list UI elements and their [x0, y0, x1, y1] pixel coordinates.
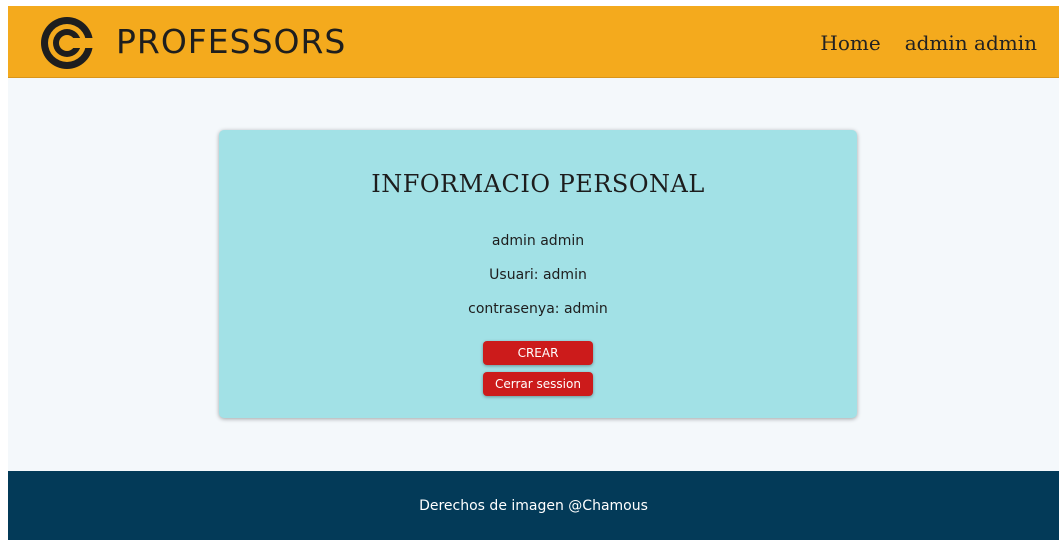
footer-copyright-text: Derechos de imagen @Chamous: [419, 498, 648, 514]
create-button[interactable]: CREAR: [483, 341, 593, 365]
top-nav: Home admin admin: [820, 30, 1037, 56]
header: PROFESSORS Home admin admin: [8, 6, 1059, 78]
card-title: INFORMACIO PERSONAL: [371, 170, 705, 198]
brand-title[interactable]: PROFESSORS: [116, 22, 346, 62]
logout-button[interactable]: Cerrar session: [483, 372, 593, 396]
nav-user-link[interactable]: admin admin: [905, 30, 1037, 56]
personal-info-card: INFORMACIO PERSONAL admin admin Usuari: …: [219, 130, 857, 418]
c-logo-icon[interactable]: [38, 14, 96, 72]
password-text: contrasenya: admin: [468, 301, 608, 317]
footer: Derechos de imagen @Chamous: [8, 471, 1059, 540]
full-name-text: admin admin: [491, 233, 585, 249]
username-text: Usuari: admin: [489, 267, 587, 283]
page: PROFESSORS Home admin admin INFORMACIO P…: [8, 6, 1059, 540]
nav-home-link[interactable]: Home: [820, 30, 880, 56]
